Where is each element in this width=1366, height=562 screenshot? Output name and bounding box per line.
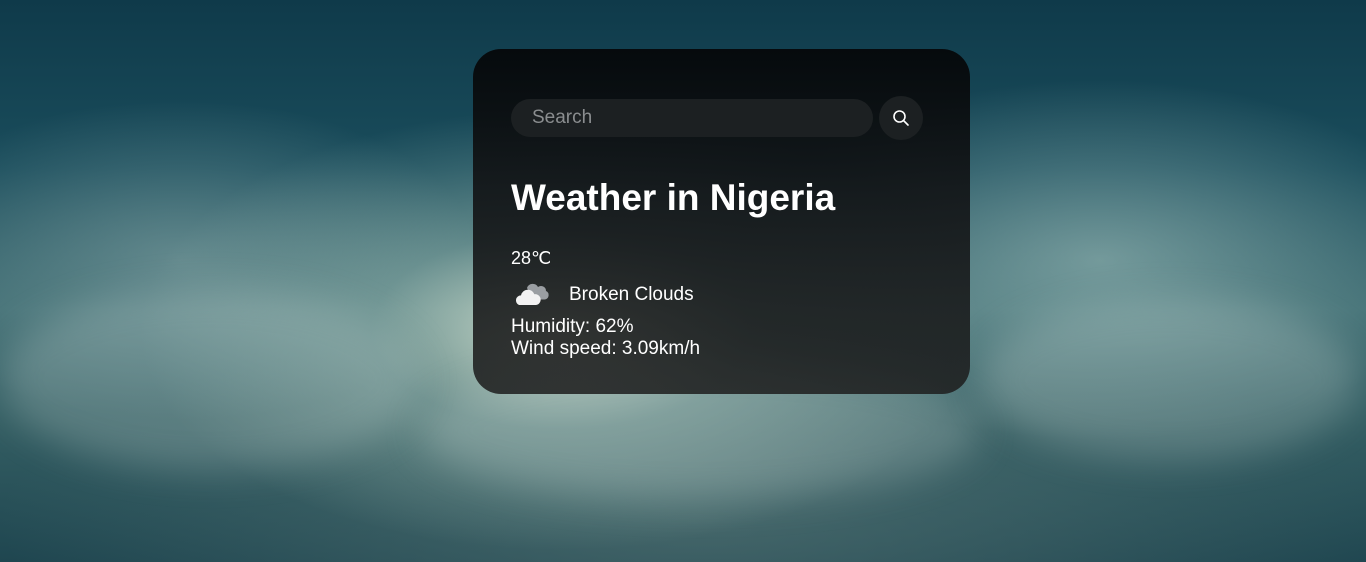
weather-title: Weather in Nigeria — [511, 177, 836, 218]
cloud-icon — [515, 283, 549, 305]
wind-speed: Wind speed: 3.09km/h — [511, 338, 701, 359]
search-button[interactable] — [879, 96, 923, 140]
temperature: 28℃ — [511, 248, 552, 268]
condition-description: Broken Clouds — [569, 284, 694, 305]
search-bar — [511, 96, 932, 140]
condition-row: Broken Clouds — [511, 279, 932, 311]
background-cloud — [0, 290, 420, 470]
weather-card: Weather in Nigeria 28℃ Broken Clouds Hum… — [473, 49, 970, 394]
search-icon — [893, 110, 909, 126]
search-input[interactable] — [511, 99, 873, 137]
humidity: Humidity: 62% — [511, 316, 634, 337]
background-cloud — [980, 300, 1360, 460]
